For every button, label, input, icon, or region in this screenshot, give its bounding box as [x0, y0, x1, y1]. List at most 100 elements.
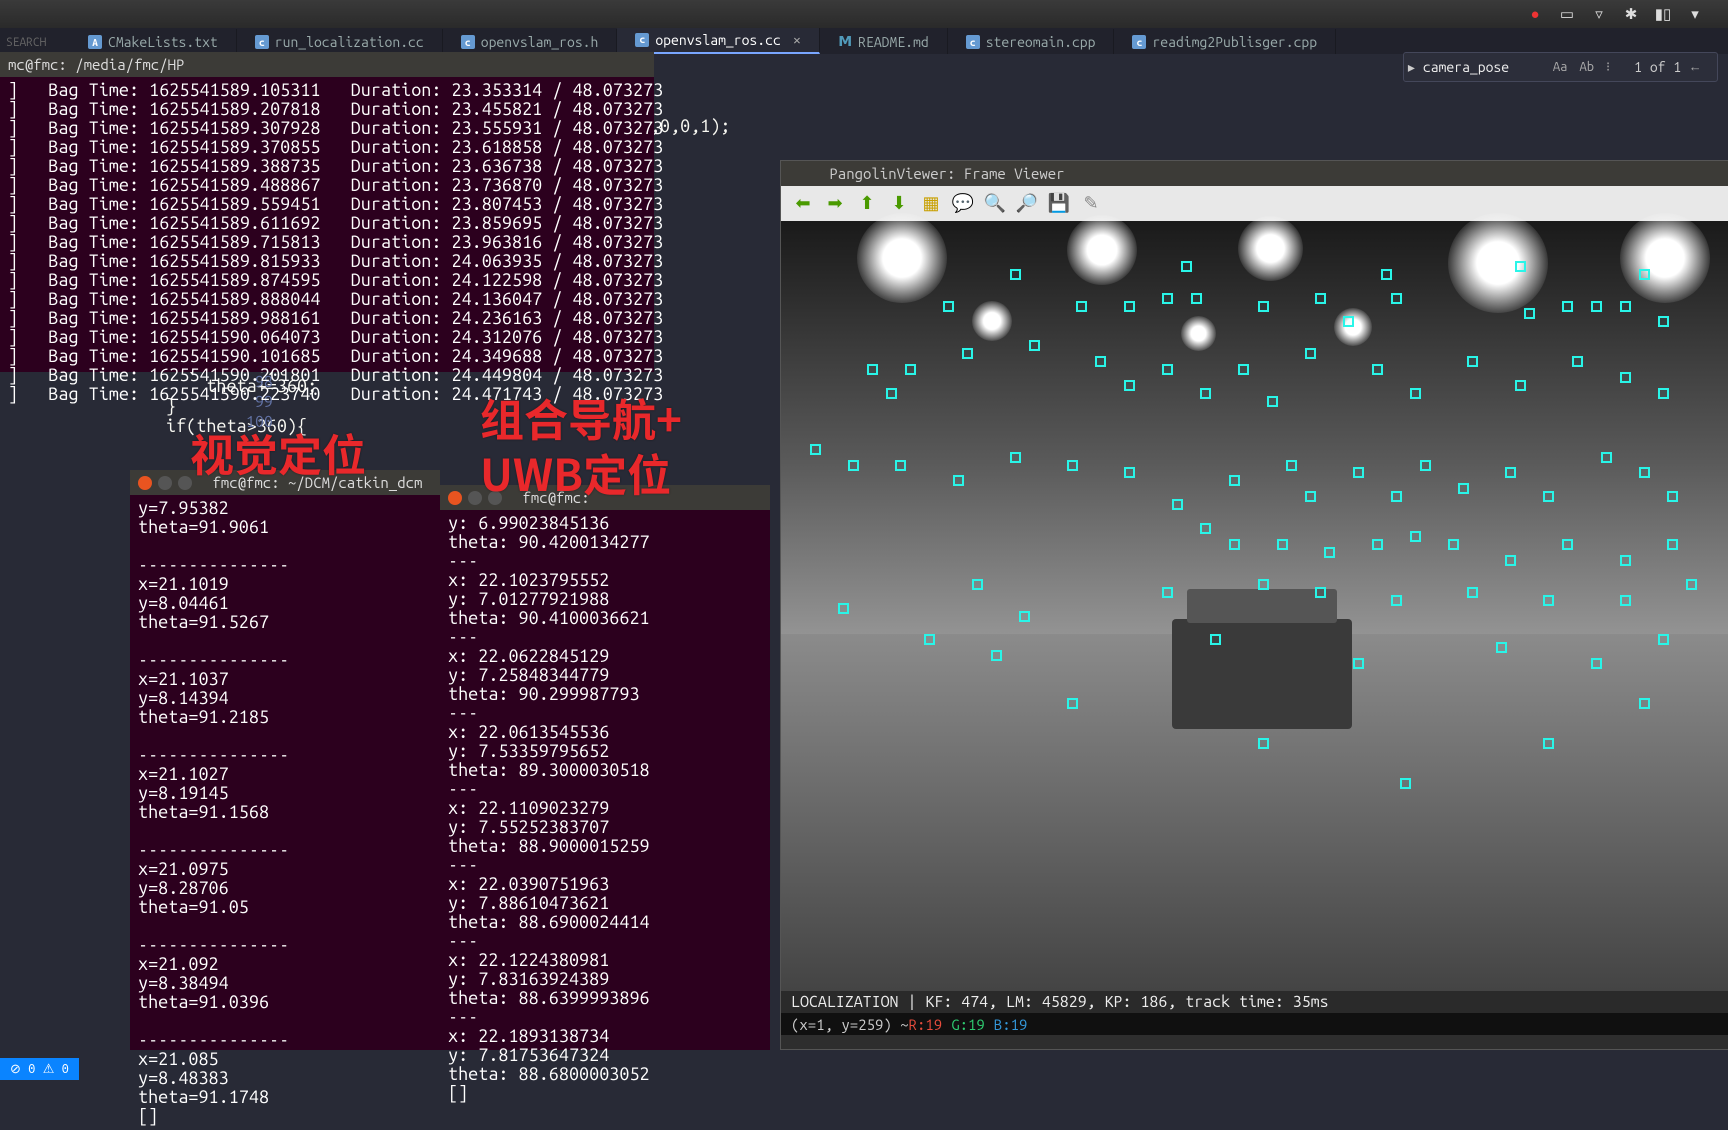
tab-label: stereomain.cpp [986, 34, 1096, 50]
feature-keypoint [1010, 269, 1021, 280]
slam-status: LOCALIZATION | KF: 474, LM: 45829, KP: 1… [781, 991, 1728, 1013]
feature-keypoint [848, 460, 859, 471]
feature-keypoint [1315, 293, 1326, 304]
feature-keypoint [1505, 555, 1516, 566]
wifi-icon: ▿ [1590, 5, 1608, 23]
tab-run-localization[interactable]: c run_localization.cc [237, 29, 443, 54]
nav-left-icon[interactable]: ⬅ [791, 192, 815, 216]
feature-keypoint [1658, 388, 1669, 399]
tab-readimg2publisher[interactable]: creadimg2Publisger.cpp [1114, 29, 1336, 54]
feature-keypoint [1524, 308, 1535, 319]
feature-keypoint [1353, 658, 1364, 669]
feature-keypoint [1124, 467, 1135, 478]
feature-keypoint [1181, 261, 1192, 272]
feature-keypoint [1391, 293, 1402, 304]
close-icon[interactable]: × [793, 31, 801, 48]
feature-keypoint [1162, 293, 1173, 304]
tab-cmakelists[interactable]: ACMakeLists.txt [70, 29, 237, 54]
feature-keypoint [953, 475, 964, 486]
save-icon[interactable]: 💾 [1047, 192, 1071, 216]
feature-keypoint [1095, 356, 1106, 367]
feature-keypoint [838, 603, 849, 614]
tab-label: run_localization.cc [275, 34, 424, 50]
feature-keypoint [1572, 356, 1583, 367]
match-count: 1 of 1 [1634, 59, 1681, 75]
editor-tabs: SEARCH ACMakeLists.txt crun_localization… [0, 28, 1728, 54]
zoom-out-icon[interactable]: 🔎 [1015, 192, 1039, 216]
feature-keypoint [1191, 293, 1202, 304]
match-case[interactable]: Aa [1551, 60, 1570, 74]
feature-keypoint [1258, 579, 1269, 590]
tab-openvslam-ros-h[interactable]: copenvslam_ros.h [443, 29, 618, 54]
feature-keypoint [1400, 778, 1411, 789]
feature-keypoint [1172, 499, 1183, 510]
feature-keypoint [1305, 491, 1316, 502]
min-icon[interactable] [158, 476, 172, 490]
feature-keypoint [1620, 301, 1631, 312]
find-widget[interactable]: ▸ Aa Ab ⁝ 1 of 1 ← [1403, 52, 1718, 82]
search-input[interactable] [1423, 59, 1543, 75]
tab-stereomain[interactable]: c stereomain.cpp [948, 29, 1115, 54]
close-icon[interactable] [138, 476, 152, 490]
feature-keypoint [1029, 340, 1040, 351]
feature-keypoint [1124, 380, 1135, 391]
regex[interactable]: ⁝ [1604, 60, 1612, 75]
cpp-icon: c [255, 35, 269, 49]
tab-openvslam-ros-cc[interactable]: copenvslam_ros.cc× [617, 28, 820, 54]
feature-keypoint [1067, 698, 1078, 709]
feature-keypoint [1372, 539, 1383, 550]
cpp-icon: c [966, 35, 980, 49]
close-icon[interactable] [448, 491, 462, 505]
feature-keypoint [1277, 539, 1288, 550]
brush-icon[interactable]: ✎ [1079, 192, 1103, 216]
feature-keypoint [1305, 348, 1316, 359]
feature-keypoint [1124, 301, 1135, 312]
zoom-in-icon[interactable]: 🔍 [983, 192, 1007, 216]
view-image-icon[interactable]: ▦ [919, 192, 943, 216]
chat-icon[interactable]: 💬 [951, 192, 975, 216]
terminal-fused-nav[interactable]: fmc@fmc: y: 6.99023845136 theta: 90.4200… [440, 485, 770, 1050]
nav-down-icon[interactable]: ⬇ [887, 192, 911, 216]
feature-keypoint [1562, 301, 1573, 312]
feature-keypoint [1686, 579, 1697, 590]
feature-keypoint [1210, 634, 1221, 645]
feature-keypoint [1391, 595, 1402, 606]
feature-keypoint [1667, 539, 1678, 550]
annotation-fused-nav-line2: UWB定位 [480, 440, 671, 504]
feature-keypoint [1391, 491, 1402, 502]
feature-keypoint [1658, 316, 1669, 327]
terminal-output: y=7.95382 theta=91.9061 --------------- … [130, 495, 440, 1130]
window-title: PangolinViewer: Frame Viewer [781, 161, 1728, 186]
feature-keypoint [1200, 388, 1211, 399]
feature-keypoint [1353, 467, 1364, 478]
cpp-icon: c [635, 33, 649, 47]
file-icon: A [88, 35, 102, 49]
feature-keypoint [1010, 452, 1021, 463]
feature-keypoint [1448, 539, 1459, 550]
terminal-visual-loc[interactable]: fmc@fmc: ~/DCM/catkin_dcm y=7.95382 thet… [130, 470, 440, 1050]
feature-keypoint [1238, 364, 1249, 375]
caret-icon: ▾ [1686, 5, 1704, 23]
feature-keypoint [924, 634, 935, 645]
feature-keypoint [1324, 547, 1335, 558]
pixel-info: (x=1, y=259) ~ R:19 G:19 B:19 [781, 1013, 1728, 1035]
feature-keypoint [1591, 301, 1602, 312]
feature-keypoint [1229, 475, 1240, 486]
tab-readme[interactable]: 𝗠README.md [820, 28, 948, 54]
feature-keypoint [1019, 611, 1030, 622]
vscode-statusbar[interactable]: ⊘ 0 ⚠ 0 [0, 1058, 79, 1080]
nav-up-icon[interactable]: ⬆ [855, 192, 879, 216]
feature-keypoint [1639, 698, 1650, 709]
feature-keypoint [1543, 738, 1554, 749]
chevron-right-icon[interactable]: ▸ [1408, 59, 1415, 76]
nav-right-icon[interactable]: ➡ [823, 192, 847, 216]
terminal-bagtime[interactable]: mc@fmc: /media/fmc/HP ] Bag Time: 162554… [0, 52, 654, 372]
feature-keypoint [1258, 738, 1269, 749]
pangolin-toolbar: ⬅ ➡ ⬆ ⬇ ▦ 💬 🔍 🔎 💾 ✎ [781, 186, 1728, 221]
feature-keypoint [867, 364, 878, 375]
feature-keypoint [1381, 269, 1392, 280]
match-word[interactable]: Ab [1577, 60, 1596, 74]
annotation-visual-localization: 视觉定位 [190, 420, 366, 484]
pangolin-frame-viewer[interactable]: PangolinViewer: Frame Viewer ⬅ ➡ ⬆ ⬇ ▦ 💬… [780, 160, 1728, 1050]
prev-match[interactable]: ← [1689, 60, 1701, 75]
